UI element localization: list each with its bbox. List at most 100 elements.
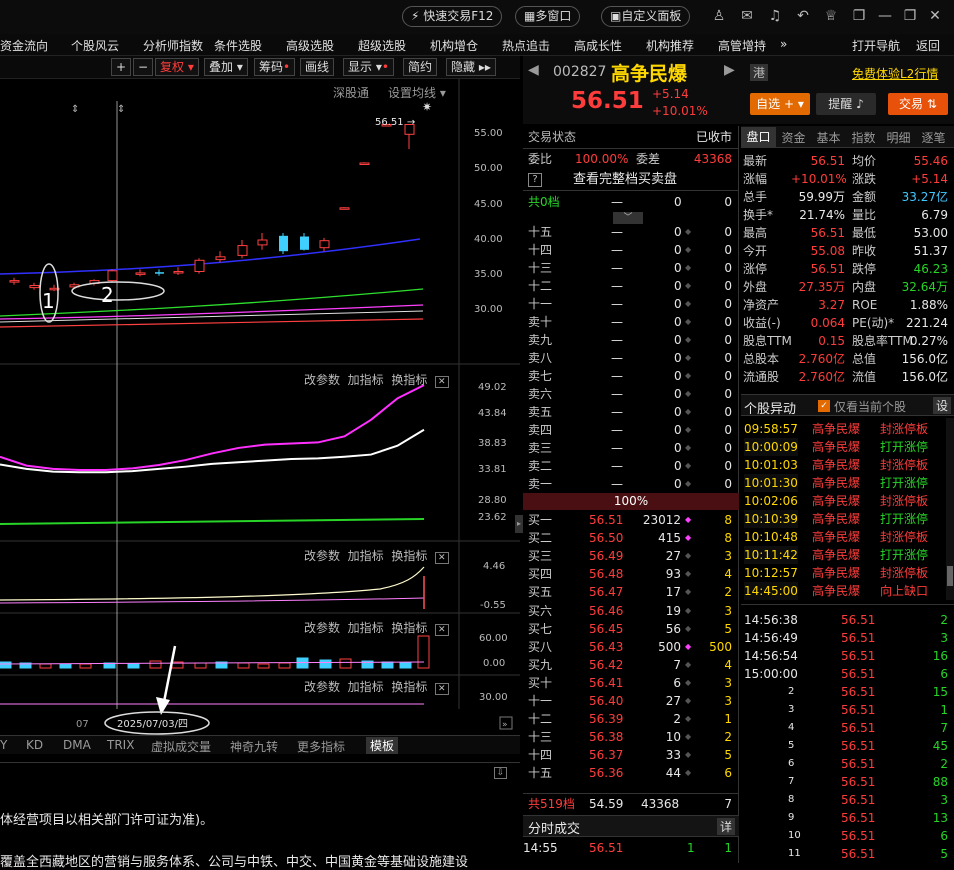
yidong-stock[interactable]: 高争民爆 xyxy=(812,420,860,438)
menu-redian[interactable]: 热点追击 xyxy=(502,37,550,54)
tab-more[interactable]: 更多指标 xyxy=(297,738,345,755)
restore-icon[interactable]: ❐ xyxy=(850,8,868,24)
candle-body xyxy=(173,271,184,274)
chouma-button[interactable]: 筹码• xyxy=(254,58,296,76)
menu-tuijian[interactable]: 机构推荐 xyxy=(646,37,694,54)
menu-gegu[interactable]: 个股风云 xyxy=(71,37,119,54)
xianshi-button[interactable]: 显示 ▾• xyxy=(343,58,394,76)
yidong-stock[interactable]: 高争民爆 xyxy=(812,564,860,582)
tab-dma[interactable]: DMA xyxy=(63,738,91,752)
sell-count: 0 xyxy=(724,351,732,365)
set-ma-button[interactable]: 设置均线 ▾ xyxy=(388,84,446,101)
yidong-stock[interactable]: 高争民爆 xyxy=(812,510,860,528)
diejia-button[interactable]: 叠加 ▾ xyxy=(204,58,248,76)
menu-tiaojian[interactable]: 条件选股 xyxy=(214,37,262,54)
yidong-stock[interactable]: 高争民爆 xyxy=(812,582,860,600)
close-icon[interactable]: ✕ xyxy=(434,624,449,636)
yidong-stock[interactable]: 高争民爆 xyxy=(812,528,860,546)
next-stock-icon[interactable]: ▶ xyxy=(724,62,735,78)
yidong-stock[interactable]: 高争民爆 xyxy=(812,456,860,474)
yincang-button[interactable]: 隐藏 ▸▸ xyxy=(446,58,496,76)
trade-button[interactable]: 交易 ⇅ xyxy=(888,93,948,115)
gai-canshu-button[interactable]: 改参数 xyxy=(304,373,340,387)
jia-zhibiao-button[interactable]: 加指标 xyxy=(348,621,384,635)
l2-trial-link[interactable]: 免费体验L2行情 xyxy=(852,65,938,82)
gai-canshu-button[interactable]: 改参数 xyxy=(304,680,340,694)
menu-jigou[interactable]: 机构增仓 xyxy=(430,37,478,54)
menu-gaoguan[interactable]: 高管增持 xyxy=(718,37,766,54)
tab-y[interactable]: Y xyxy=(0,738,7,752)
tab-kd[interactable]: KD xyxy=(26,738,43,752)
full-orderbook-link[interactable]: 查看完整档买卖盘 xyxy=(573,171,677,189)
multi-window-button[interactable]: ▦多窗口 xyxy=(515,6,581,27)
close-icon[interactable]: ✕ xyxy=(434,683,449,695)
tab-zhishu[interactable]: 指数 xyxy=(846,129,881,146)
close-icon[interactable]: ✕ xyxy=(434,376,449,388)
scroll-right-icon[interactable]: » xyxy=(502,720,508,730)
quick-trade-button[interactable]: ⚡ 快速交易F12 xyxy=(402,6,503,27)
collapse-icon[interactable]: ⇩ xyxy=(494,767,507,779)
jia-zhibiao-button[interactable]: 加指标 xyxy=(348,373,384,387)
remind-button[interactable]: 提醒 ♪ xyxy=(816,93,876,115)
user-icon[interactable]: ♙ xyxy=(710,8,728,24)
tab-zijin[interactable]: 资金 xyxy=(776,129,811,146)
close-icon[interactable]: ✕ xyxy=(926,8,944,24)
yidong-stock[interactable]: 高争民爆 xyxy=(812,546,860,564)
gai-canshu-button[interactable]: 改参数 xyxy=(304,549,340,563)
checkbox-icon[interactable]: ✓ xyxy=(818,400,830,412)
market-badge[interactable]: 港 xyxy=(750,64,769,81)
yidong-stock[interactable]: 高争民爆 xyxy=(812,492,860,510)
zixuan-button[interactable]: 自选 + ▾ xyxy=(750,93,810,115)
tick-time: 3 xyxy=(788,704,795,715)
menu-fenxi[interactable]: 分析师指数 xyxy=(143,37,203,54)
menu-chaoji[interactable]: 超级选股 xyxy=(358,37,406,54)
gai-canshu-button[interactable]: 改参数 xyxy=(304,621,340,635)
shirt-icon[interactable]: ♕ xyxy=(822,8,840,24)
fenshi-detail-button[interactable]: 详 xyxy=(716,818,735,835)
yidong-stock[interactable]: 高争民爆 xyxy=(812,438,860,456)
tab-jiben[interactable]: 基本 xyxy=(811,129,846,146)
jia-zhibiao-button[interactable]: 加指标 xyxy=(348,549,384,563)
tab-zhubi[interactable]: 逐笔 xyxy=(916,129,951,146)
tick-volume: 15 xyxy=(932,685,948,699)
maximize-icon[interactable]: ❐ xyxy=(901,8,919,24)
close-icon[interactable]: ✕ xyxy=(434,552,449,564)
huan-zhibiao-button[interactable]: 换指标 xyxy=(391,621,427,635)
zoom-out-button[interactable]: − xyxy=(133,58,153,76)
prev-stock-icon[interactable]: ◀ xyxy=(528,62,539,78)
menu-more[interactable]: » xyxy=(780,37,787,51)
menu-fanhui[interactable]: 返回 xyxy=(916,37,940,54)
bell-icon[interactable]: ♫ xyxy=(766,8,784,24)
huan-zhibiao-button[interactable]: 换指标 xyxy=(391,549,427,563)
custom-panel-button[interactable]: ▣自定义面板 xyxy=(601,6,691,27)
splitter-handle[interactable]: ▸ xyxy=(515,515,523,533)
stat-value: 27.35万 xyxy=(798,280,845,294)
huan-zhibiao-button[interactable]: 换指标 xyxy=(391,680,427,694)
tab-muban[interactable]: 模板 xyxy=(366,737,399,754)
menu-gaocheng[interactable]: 高成长性 xyxy=(574,37,622,54)
jia-zhibiao-button[interactable]: 加指标 xyxy=(348,680,384,694)
fuquan-button[interactable]: 复权 ▾ xyxy=(155,58,199,76)
mail-icon[interactable]: ✉ xyxy=(738,8,756,24)
huaxian-button[interactable]: 画线 xyxy=(300,58,335,76)
tab-shenqi[interactable]: 神奇九转 xyxy=(230,738,278,755)
menu-zijin[interactable]: 资金流向 xyxy=(0,37,48,54)
kline-chart[interactable]: ⇕ ⇕ 1 2 2025/07/03/四 07 » xyxy=(0,79,520,739)
shengang-label[interactable]: 深股通 xyxy=(333,84,369,101)
tab-pankou[interactable]: 盘口 xyxy=(741,127,776,147)
tab-trix[interactable]: TRIX xyxy=(107,738,134,752)
yidong-scroll-thumb[interactable] xyxy=(947,566,953,586)
huan-zhibiao-button[interactable]: 换指标 xyxy=(391,373,427,387)
zoom-in-button[interactable]: + xyxy=(111,58,131,76)
menu-daohang[interactable]: 打开导航 xyxy=(852,37,900,54)
minimize-icon[interactable]: — xyxy=(876,8,894,24)
menu-gaoji[interactable]: 高级选股 xyxy=(286,37,334,54)
yidong-settings-button[interactable]: 设 xyxy=(932,397,951,414)
help-icon[interactable]: ? xyxy=(528,173,542,187)
yidong-stock[interactable]: 高争民爆 xyxy=(812,474,860,492)
tab-xuni-volume[interactable]: 虚拟成交量 xyxy=(151,738,211,755)
jianyue-button[interactable]: 简约 xyxy=(403,58,438,76)
bell-icon: ♪ xyxy=(856,97,864,111)
undo-icon[interactable]: ↶ xyxy=(794,8,812,24)
tab-mingxi[interactable]: 明细 xyxy=(881,129,916,146)
